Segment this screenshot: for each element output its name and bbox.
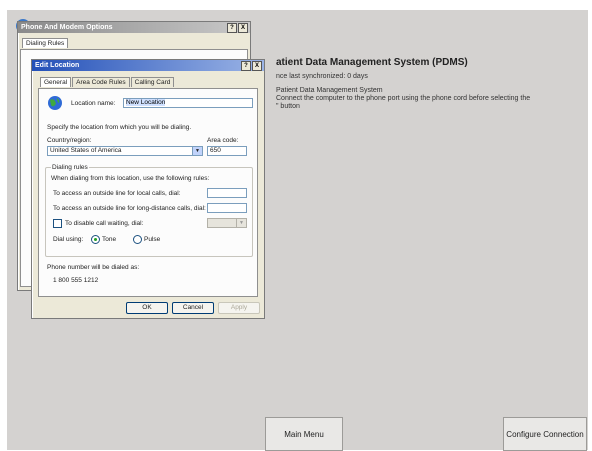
- tab-dialing-rules[interactable]: Dialing Rules: [22, 38, 69, 48]
- ok-button[interactable]: OK: [126, 302, 168, 314]
- tab-area-code-rules[interactable]: Area Code Rules: [72, 77, 130, 87]
- help-icon[interactable]: ?: [227, 23, 237, 33]
- phone-dialed-label: Phone number will be dialed as:: [47, 264, 140, 271]
- country-dropdown[interactable]: United States of America ▼: [47, 146, 203, 156]
- specify-location-text: Specify the location from which you will…: [47, 124, 192, 131]
- location-name-value: New Location: [126, 99, 166, 106]
- dialing-rules-label: Dialing rules: [51, 164, 89, 171]
- country-value: United States of America: [50, 147, 122, 154]
- tone-label: Tone: [102, 236, 117, 243]
- phone-dialed-value: 1 800 555 1212: [53, 277, 99, 284]
- general-tab-panel: Location name: New Location Specify the …: [38, 88, 258, 297]
- app-title: atient Data Management System (PDMS): [276, 57, 468, 68]
- close-icon[interactable]: X: [238, 23, 248, 33]
- pulse-radio[interactable]: [133, 235, 142, 244]
- country-label: Country/region:: [47, 137, 92, 144]
- connection-instructions: Patient Data Management System Connect t…: [276, 87, 531, 110]
- dropdown-arrow-icon[interactable]: ▼: [236, 219, 246, 227]
- location-name-label: Location name:: [71, 100, 116, 107]
- phone-modem-title: Phone And Modem Options: [21, 24, 113, 31]
- close-icon[interactable]: X: [252, 61, 262, 71]
- rules-intro-text: When dialing from this location, use the…: [51, 175, 210, 182]
- dropdown-arrow-icon[interactable]: ▼: [192, 147, 202, 155]
- tab-general[interactable]: General: [40, 77, 72, 87]
- tone-radio[interactable]: [91, 235, 100, 244]
- sync-status: nce last synchronized: 0 days: [276, 73, 368, 80]
- edit-location-titlebar: Edit Location ? X: [32, 60, 264, 71]
- call-waiting-dropdown[interactable]: ▼: [207, 218, 247, 228]
- pulse-label: Pulse: [144, 236, 161, 243]
- help-icon[interactable]: ?: [241, 61, 251, 71]
- edit-location-title: Edit Location: [35, 62, 80, 69]
- long-distance-label: To access an outside line for long-dista…: [53, 205, 206, 212]
- tab-calling-card[interactable]: Calling Card: [130, 77, 175, 87]
- local-calls-label: To access an outside line for local call…: [53, 190, 181, 197]
- call-waiting-checkbox[interactable]: [53, 219, 62, 228]
- edit-location-dialog: Edit Location ? X General Area Code Rule…: [31, 59, 265, 319]
- phone-modem-titlebar: Phone And Modem Options ? X: [18, 22, 250, 33]
- call-waiting-label: To disable call waiting, dial:: [65, 220, 144, 227]
- area-code-field[interactable]: 650: [207, 146, 247, 156]
- configure-connection-button[interactable]: Configure Connection: [503, 417, 587, 451]
- location-name-field[interactable]: New Location: [123, 98, 253, 108]
- local-calls-field[interactable]: [207, 188, 247, 198]
- dial-using-label: Dial using:: [53, 236, 84, 243]
- cancel-button[interactable]: Cancel: [172, 302, 214, 314]
- apply-button[interactable]: Apply: [218, 302, 260, 314]
- main-menu-button[interactable]: Main Menu: [265, 417, 343, 451]
- globe-icon: [48, 96, 62, 110]
- long-distance-field[interactable]: [207, 203, 247, 213]
- area-code-label: Area code:: [207, 137, 239, 144]
